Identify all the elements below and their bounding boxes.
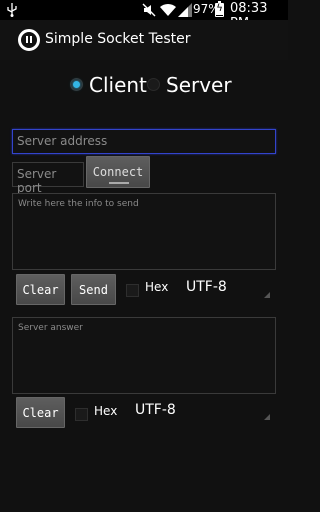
answer-hex-checkbox[interactable] (75, 408, 88, 421)
send-encoding-select[interactable]: UTF-8 (186, 279, 227, 295)
send-encoding-dropdown-icon[interactable] (264, 292, 270, 298)
mute-icon (142, 3, 156, 17)
server-address-input[interactable]: Server address (12, 129, 276, 154)
battery-icon (215, 1, 224, 17)
connect-button[interactable]: Connect (86, 156, 150, 188)
app-title: Simple Socket Tester (45, 31, 191, 47)
app-icon[interactable] (18, 29, 40, 51)
server-radio[interactable] (147, 78, 160, 91)
status-bar: 97% 08:33 PM (0, 0, 288, 31)
clear-send-button[interactable]: Clear (16, 274, 65, 305)
answer-encoding-select[interactable]: UTF-8 (135, 402, 176, 418)
server-answer-output[interactable]: Server answer (12, 317, 276, 394)
client-radio[interactable] (70, 78, 83, 91)
client-radio-label[interactable]: Client (89, 73, 147, 97)
server-port-input[interactable]: Server port (12, 162, 84, 195)
connect-button-indicator (109, 182, 129, 184)
send-hex-checkbox[interactable] (126, 284, 139, 297)
send-message-input[interactable]: Write here the info to send (12, 193, 276, 270)
wifi-icon (160, 3, 176, 16)
answer-hex-label: Hex (94, 404, 118, 418)
answer-encoding-dropdown-icon[interactable] (264, 414, 270, 420)
signal-icon (178, 3, 192, 17)
connect-button-label: Connect (92, 165, 144, 179)
send-hex-label: Hex (145, 280, 169, 294)
server-radio-label[interactable]: Server (166, 73, 232, 97)
clear-answer-button[interactable]: Clear (16, 397, 65, 428)
usb-icon (7, 3, 17, 17)
send-button[interactable]: Send (71, 274, 116, 305)
